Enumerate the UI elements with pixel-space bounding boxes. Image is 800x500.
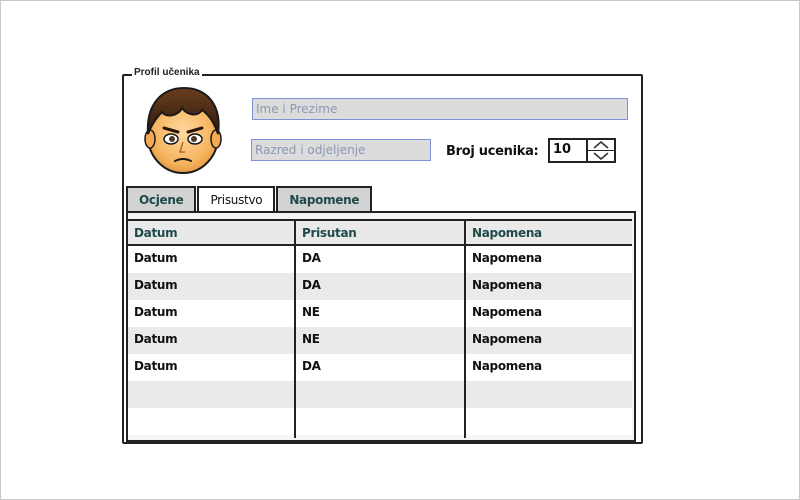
- cell-note: [466, 381, 632, 408]
- cell-note: Napomena: [472, 359, 542, 373]
- cell-present: [296, 381, 466, 408]
- tab-ocjene[interactable]: Ocjene: [126, 186, 197, 211]
- cell-note: [466, 408, 632, 435]
- cell-note: Napomena: [472, 305, 542, 319]
- group-title: Profil učenika: [132, 67, 202, 78]
- cell-present: DA: [302, 251, 321, 265]
- attendance-table: Datum Prisutan Napomena Datum DA Napomen…: [126, 211, 636, 442]
- table-row[interactable]: Datum NE Napomena: [128, 327, 632, 354]
- cell-date: Datum: [134, 359, 178, 373]
- table-row[interactable]: Datum DA Napomena: [128, 273, 632, 300]
- table-row[interactable]: Datum DA Napomena: [128, 246, 632, 273]
- tab-prisustvo[interactable]: Prisustvo: [197, 186, 276, 212]
- class-input[interactable]: [251, 139, 431, 161]
- cell-note: Napomena: [472, 332, 542, 346]
- stepper-buttons: [586, 140, 614, 161]
- stepper-down-button[interactable]: [588, 150, 614, 161]
- column-header-prisutan[interactable]: Prisutan: [296, 221, 466, 244]
- tab-bar: Ocjene Prisustvo Napomene: [126, 186, 373, 212]
- cell-present: [296, 408, 466, 435]
- cell-note: Napomena: [472, 278, 542, 292]
- cell-present: DA: [302, 278, 321, 292]
- cell-present: DA: [302, 359, 321, 373]
- cell-date: Datum: [134, 305, 178, 319]
- cell-note: Napomena: [472, 251, 542, 265]
- stepper-down-icon: [593, 152, 609, 160]
- student-count-stepper[interactable]: 10: [548, 138, 616, 163]
- stepper-up-icon: [593, 141, 609, 149]
- column-divider: [464, 219, 466, 438]
- table-row[interactable]: [128, 408, 632, 435]
- column-divider: [294, 219, 296, 438]
- cell-date: [128, 408, 296, 435]
- student-profile-group: Profil učenika Ime i Prezime Razred i od…: [122, 67, 643, 444]
- cell-date: Datum: [134, 278, 178, 292]
- avatar-face-icon: [144, 86, 222, 174]
- column-header-napomena[interactable]: Napomena: [466, 221, 632, 244]
- stepper-up-button[interactable]: [588, 140, 614, 150]
- table-row[interactable]: Datum DA Napomena: [128, 354, 632, 381]
- cell-present: NE: [302, 332, 320, 346]
- student-count-value[interactable]: 10: [550, 140, 586, 161]
- tab-napomene[interactable]: Napomene: [276, 186, 373, 211]
- table-row[interactable]: Datum NE Napomena: [128, 300, 632, 327]
- cell-date: Datum: [134, 251, 178, 265]
- cell-date: [128, 381, 296, 408]
- cell-present: NE: [302, 305, 320, 319]
- table-body: Datum Prisutan Napomena Datum DA Napomen…: [128, 219, 632, 438]
- student-count-label: Broj ucenika:: [446, 144, 539, 159]
- cell-date: Datum: [134, 332, 178, 346]
- table-header-row: Datum Prisutan Napomena: [128, 219, 632, 246]
- canvas: Profil učenika Ime i Prezime Razred i od…: [0, 0, 800, 500]
- name-input[interactable]: [252, 98, 628, 120]
- column-header-datum[interactable]: Datum: [128, 221, 296, 244]
- table-row[interactable]: [128, 381, 632, 408]
